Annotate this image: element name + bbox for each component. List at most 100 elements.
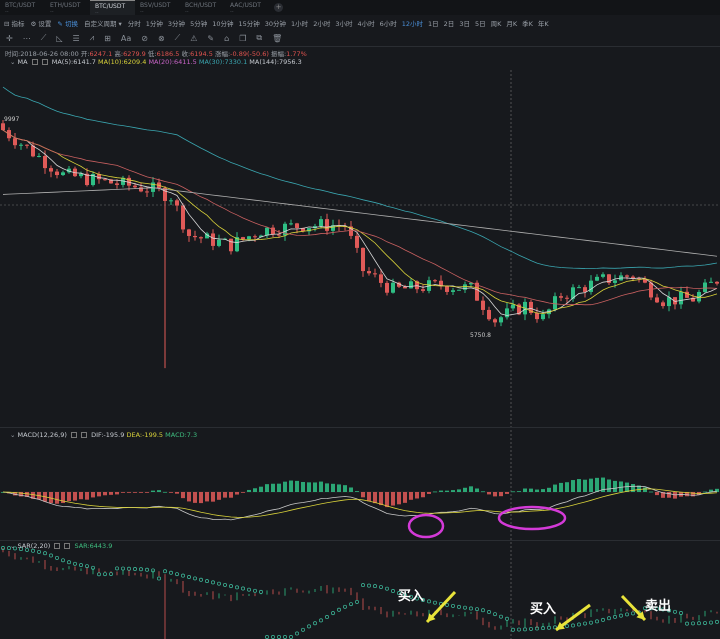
candle-body <box>487 309 491 320</box>
candle-body <box>79 173 83 177</box>
macd-bar <box>103 492 107 496</box>
macd-bar <box>577 479 581 492</box>
macd-bar <box>613 480 617 492</box>
macd-bar <box>487 492 491 495</box>
candle-body <box>367 271 371 274</box>
candle-body <box>277 234 281 236</box>
candle-body <box>541 314 545 320</box>
macd-bar <box>409 492 413 500</box>
sar-dot <box>511 627 515 632</box>
sar-dot <box>367 583 371 588</box>
macd-bar <box>511 491 515 493</box>
macd-bar <box>157 490 161 492</box>
sar-dot <box>229 584 233 589</box>
sar-dot <box>601 617 605 622</box>
sar-dot <box>103 572 107 577</box>
collapse-icon[interactable]: ⌄ <box>10 431 15 439</box>
sar-dot <box>391 589 395 593</box>
macd-bar <box>283 481 287 492</box>
macd-bar <box>403 492 407 503</box>
sar-dot <box>49 553 53 558</box>
candle-body <box>193 235 197 238</box>
macd-bar <box>121 492 125 493</box>
candle-body <box>247 236 251 240</box>
sar-dot <box>469 606 473 611</box>
sar-dot <box>457 604 461 609</box>
macd-bar <box>427 492 431 494</box>
candle-body <box>211 233 215 246</box>
sar-dot <box>583 621 587 626</box>
close-icon[interactable] <box>80 432 87 438</box>
macd-name: MACD(12,26,9) <box>17 431 67 439</box>
macd-bar <box>313 482 317 492</box>
candle-body <box>661 302 665 307</box>
settings-icon[interactable] <box>70 432 77 438</box>
sar-dot <box>127 566 131 571</box>
sar-dot <box>73 561 77 566</box>
sar-dot <box>163 569 167 574</box>
candle-body <box>133 185 137 188</box>
ma30-line <box>2 86 718 270</box>
candle-body <box>481 300 485 310</box>
candle-body <box>217 239 221 246</box>
sar-dot <box>523 627 527 632</box>
sar-dot <box>271 635 275 639</box>
candle-body <box>553 296 557 310</box>
macd-bar <box>625 482 629 492</box>
candle-body <box>379 274 383 283</box>
close-icon[interactable] <box>64 543 71 549</box>
macd-bar <box>91 492 95 498</box>
candle-body <box>583 287 587 292</box>
sar-dot <box>505 616 509 621</box>
macd-bar <box>97 492 101 497</box>
sar-dot <box>241 586 245 591</box>
macd-bar <box>475 488 479 492</box>
candle-body <box>457 289 461 291</box>
candle-body <box>535 312 539 320</box>
collapse-icon[interactable]: ⌄ <box>10 542 15 550</box>
sar-dot <box>277 635 281 639</box>
candle-body <box>703 282 707 292</box>
candle-body <box>61 172 65 176</box>
settings-icon[interactable] <box>54 543 61 549</box>
candle-body <box>709 281 713 283</box>
candle-body <box>37 156 41 158</box>
macd-value: MACD:7.3 <box>165 431 198 439</box>
macd-bar <box>79 492 83 500</box>
macd-bar <box>643 487 647 492</box>
macd-bar <box>277 483 281 492</box>
macd-legend: ⌄ MACD(12,26,9) DIF:-195.9 DEA:-199.5 MA… <box>10 431 197 439</box>
macd-bar <box>337 484 341 492</box>
candle-body <box>355 235 359 248</box>
macd-bar <box>193 492 197 503</box>
candle-body <box>325 219 329 231</box>
candle-body <box>625 275 629 277</box>
price-low-label: 5750.8 <box>470 332 491 339</box>
sar-dot <box>235 585 239 590</box>
sar-dot <box>463 605 467 610</box>
sar-dot <box>625 612 629 617</box>
macd-bar <box>355 491 359 492</box>
candle-body <box>115 183 119 185</box>
sar-dot <box>673 609 677 614</box>
sar-dot <box>181 573 185 578</box>
candle-body <box>595 276 599 281</box>
sar-dot <box>685 621 689 626</box>
sar-dot <box>265 635 269 639</box>
macd-bar <box>331 483 335 492</box>
sar-dot <box>355 599 359 604</box>
sar-dot <box>169 570 173 575</box>
macd-bar <box>535 489 539 492</box>
macd-bar <box>517 491 521 492</box>
macd-bar <box>649 491 653 493</box>
candle-body <box>451 290 455 292</box>
candle-body <box>499 317 503 323</box>
macd-bar <box>175 492 179 494</box>
sar-value: SAR:6443.9 <box>74 542 113 550</box>
sar-dot <box>205 579 209 584</box>
macd-bar <box>367 492 371 502</box>
macd-bar <box>289 480 293 492</box>
candle-body <box>649 282 653 298</box>
macd-bar <box>583 479 587 492</box>
sar-dot <box>691 621 695 626</box>
